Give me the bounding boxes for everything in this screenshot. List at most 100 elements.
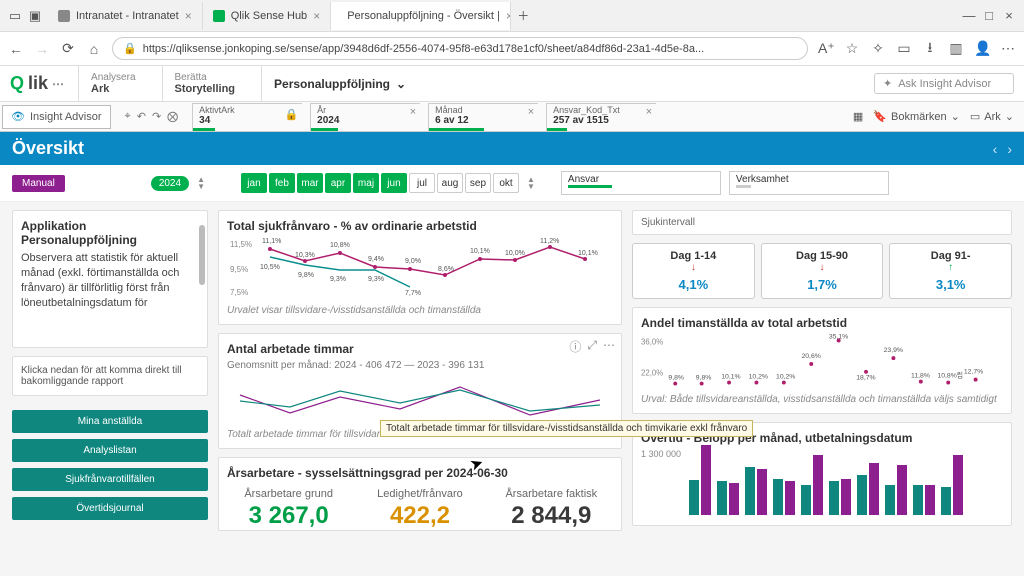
filter-ar[interactable]: År2024× (310, 103, 420, 131)
refresh-icon[interactable]: ⟳ (60, 40, 76, 57)
month-sep[interactable]: sep (465, 173, 491, 193)
month-jun[interactable]: jun (381, 173, 407, 193)
month-feb[interactable]: feb (269, 173, 295, 193)
smart-search-icon[interactable]: ⌖ (125, 110, 131, 123)
clear-icon[interactable]: × (528, 106, 534, 118)
sickness-footnote: Urvalet visar tillsvidare-/visstidsanstä… (227, 305, 613, 316)
arsarbetare-kpi: Årsarbetare grund3 267,0 (233, 488, 344, 530)
insight-search[interactable]: ✦Ask Insight Advisor (874, 73, 1014, 94)
url-field[interactable]: 🔒https://qliksense.jonkoping.se/sense/ap… (112, 37, 808, 60)
nav-button[interactable]: Analyslistan (12, 439, 208, 462)
expand-icon[interactable]: ⤢ (587, 338, 597, 355)
extensions-icon[interactable]: ✧ (870, 40, 886, 57)
month-apr[interactable]: apr (325, 173, 351, 193)
month-jul[interactable]: jul (409, 173, 435, 193)
verksamhet-field[interactable]: Verksamhet (729, 171, 889, 195)
scrollbar[interactable] (199, 225, 205, 285)
home-icon[interactable]: ⌂ (86, 41, 102, 57)
bar-group (885, 465, 907, 515)
svg-text:10,0%: 10,0% (505, 250, 525, 257)
tab-intranet[interactable]: Intranatet - Intranatet× (48, 2, 203, 30)
month-mar[interactable]: mar (297, 173, 323, 193)
manual-badge[interactable]: Manual (12, 175, 65, 192)
clear-all-icon[interactable]: ⨂ (167, 110, 178, 123)
clear-icon[interactable]: × (410, 106, 416, 118)
more-icon[interactable]: ⋯ (1000, 40, 1016, 57)
month-stepper[interactable]: ▲▼ (527, 176, 535, 190)
app-name-dropdown[interactable]: Personaluppföljning⌄ (261, 66, 418, 101)
sick-interval-panel: Sjukintervall (632, 210, 1012, 235)
downloads-icon[interactable]: ⭳ (922, 37, 938, 61)
filter-manad[interactable]: Månad6 av 12× (428, 103, 538, 131)
sick-kpi-card[interactable]: Dag 15-90↓1,7% (761, 243, 884, 299)
maximize-icon[interactable]: □ (982, 9, 996, 23)
app-info-title: Applikation Personaluppföljning (21, 219, 199, 247)
app-info-body: Observera att statistik för aktuell måna… (21, 251, 199, 339)
sheets-dropdown[interactable]: ▭ Ark ⌄ (970, 110, 1014, 123)
sick-kpi-card[interactable]: Dag 91-↑3,1% (889, 243, 1012, 299)
next-sheet-icon[interactable]: › (1007, 141, 1012, 157)
minimize-icon[interactable]: — (962, 9, 976, 23)
tab-qlikhub[interactable]: Qlik Sense Hub× (203, 2, 331, 30)
insight-advisor-button[interactable]: 👁Insight Advisor (2, 105, 111, 129)
favorite-icon[interactable]: ☆ (844, 40, 860, 57)
clear-icon[interactable]: × (646, 106, 652, 118)
read-aloud-icon[interactable]: A⁺ (818, 40, 834, 57)
arsarbetare-panel[interactable]: Årsarbetare - sysselsättningsgrad per 20… (218, 457, 622, 531)
nav-tip-panel: Klicka nedan för att komma direkt till b… (12, 356, 208, 396)
month-okt[interactable]: okt (493, 173, 519, 193)
tab-active[interactable]: Personaluppföljning - Översikt |× (331, 2, 511, 30)
filter-aktivtark[interactable]: AktivtArk34🔒 (192, 103, 302, 131)
tab-list-icon[interactable]: ▭ (8, 9, 22, 23)
svg-text:20,6%: 20,6% (801, 353, 820, 360)
month-maj[interactable]: maj (353, 173, 379, 193)
nav-button[interactable]: Övertidsjournal (12, 497, 208, 520)
timanst-panel[interactable]: Andel timanställda av total arbetstid 36… (632, 307, 1012, 414)
overtid-panel[interactable]: Övertid - Belopp per månad, utbetalnings… (632, 422, 1012, 526)
workspace-icon[interactable]: ▣ (28, 9, 42, 23)
svg-text:10,3%: 10,3% (295, 252, 315, 259)
close-window-icon[interactable]: × (1002, 9, 1016, 23)
prev-sheet-icon[interactable]: ‹ (993, 141, 998, 157)
collections-icon[interactable]: ▭ (896, 40, 912, 57)
svg-text:11,8%: 11,8% (911, 373, 930, 380)
nav-button[interactable]: Sjukfrånvarotillfällen (12, 468, 208, 491)
close-icon[interactable]: × (185, 9, 192, 23)
svg-text:36,0%: 36,0% (641, 337, 663, 346)
year-pill[interactable]: 2024 (151, 176, 189, 191)
sickness-chart-panel[interactable]: Total sjukfrånvaro - % av ordinarie arbe… (218, 210, 622, 325)
step-fwd-icon[interactable]: ↷ (152, 110, 161, 123)
year-stepper[interactable]: ▲▼ (197, 176, 205, 190)
analysera-section[interactable]: Analysera Ark (78, 66, 147, 101)
svg-text:11,2%: 11,2% (540, 238, 559, 245)
bar-group (913, 485, 935, 515)
worked-hours-chart (227, 375, 613, 425)
new-tab-button[interactable]: ＋ (511, 7, 535, 24)
svg-text:9,0%: 9,0% (405, 258, 421, 265)
profile-icon[interactable]: 👤 (974, 40, 990, 57)
sick-kpi-card[interactable]: Dag 1-14↓4,1% (632, 243, 755, 299)
beratta-section[interactable]: Berätta Storytelling (162, 66, 248, 101)
filter-ansvar[interactable]: Ansvar_Kod_Txt257 av 1515× (546, 103, 656, 131)
month-jan[interactable]: jan (241, 173, 267, 193)
close-icon[interactable]: × (313, 9, 320, 23)
timanst-chart: 36,0% 22,0% 9,8%9,8%10,1%10,2%10,2% 20,6… (641, 334, 1003, 390)
back-icon[interactable]: ← (8, 41, 24, 57)
svg-text:9,3%: 9,3% (368, 276, 384, 283)
grid-icon[interactable]: ▦ (853, 110, 863, 123)
bar-group (829, 479, 851, 515)
month-aug[interactable]: aug (437, 173, 463, 193)
svg-text:10,2%: 10,2% (776, 374, 795, 381)
arsarbetare-kpi: Ledighet/frånvaro422,2 (364, 488, 475, 530)
bookmarks-dropdown[interactable]: 🔖 Bokmärken ⌄ (873, 110, 960, 123)
more-icon[interactable]: ⋯ (603, 338, 615, 355)
nav-button[interactable]: Mina anställda (12, 410, 208, 433)
info-icon[interactable]: ⓘ (569, 338, 581, 355)
svg-text:9,3%: 9,3% (330, 276, 346, 283)
bar-group (773, 479, 795, 515)
split-icon[interactable]: ▥ (948, 40, 964, 57)
qlik-logo[interactable]: Qlik ⋯ (10, 73, 64, 94)
step-back-icon[interactable]: ↶ (137, 110, 146, 123)
ansvar-field[interactable]: Ansvar (561, 171, 721, 195)
forward-icon[interactable]: → (34, 41, 50, 57)
